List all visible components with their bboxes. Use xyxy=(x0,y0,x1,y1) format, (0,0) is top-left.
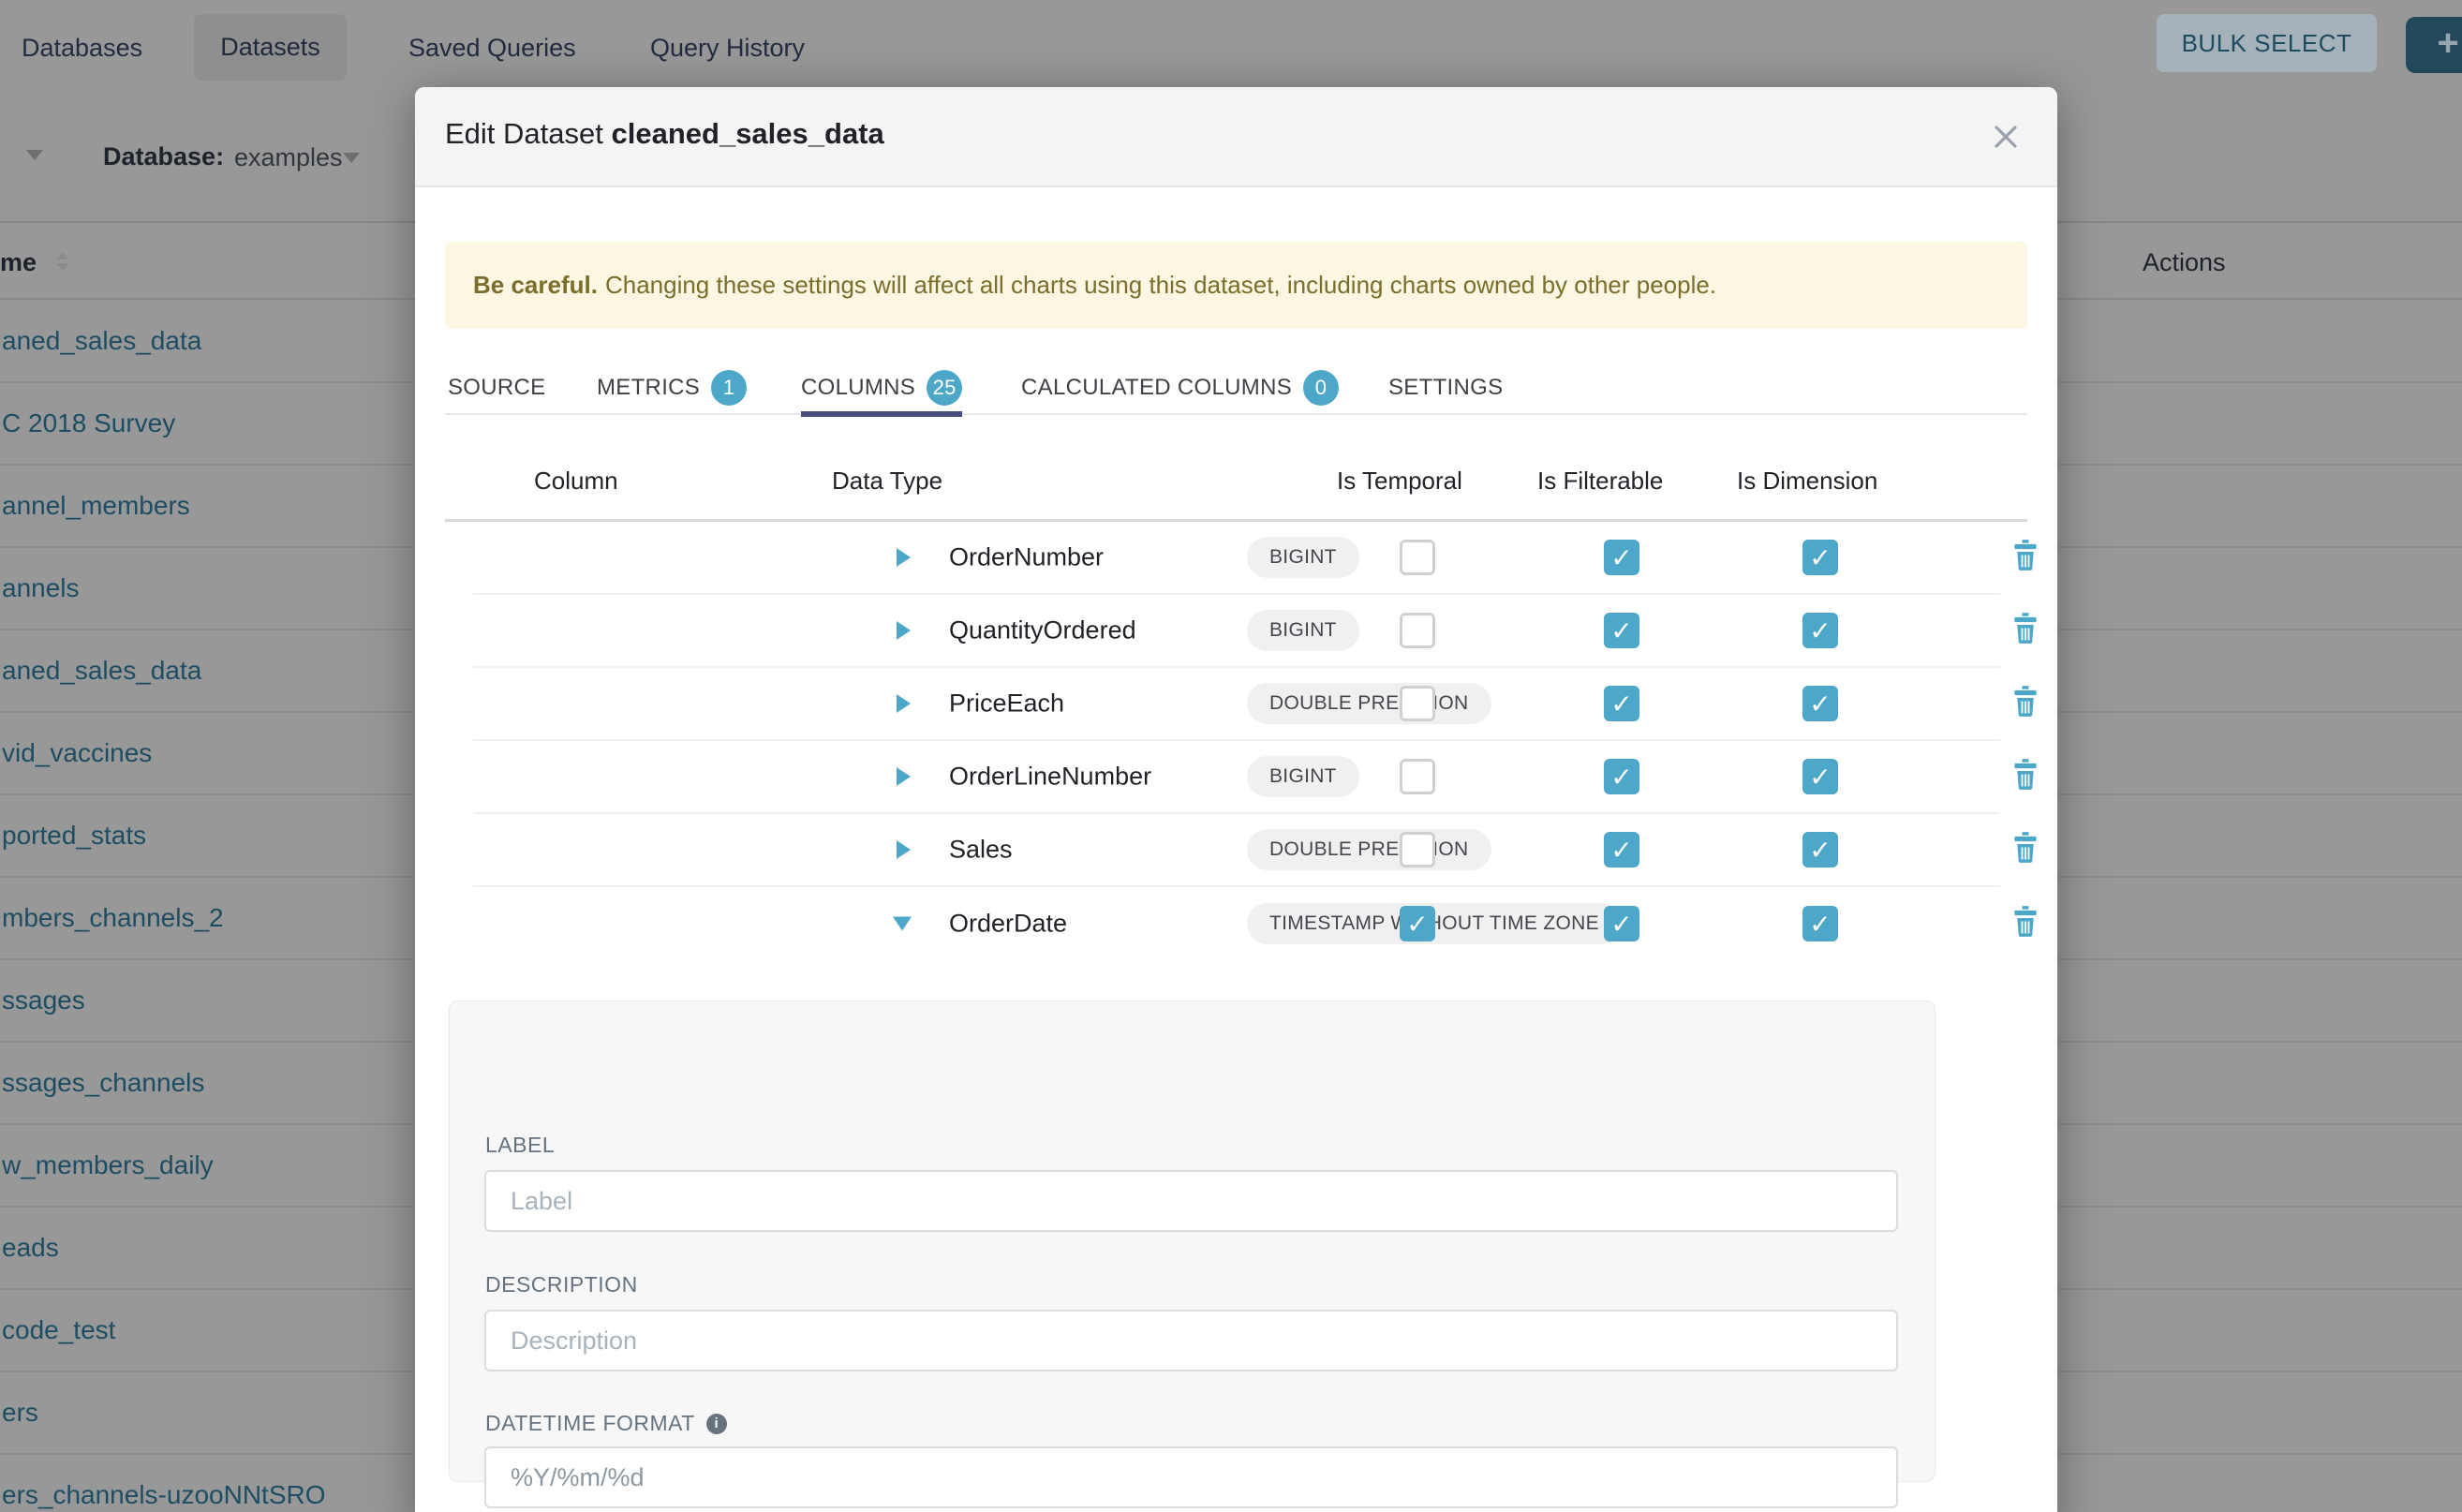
is-dimension-checkbox[interactable]: ✓ xyxy=(1802,686,1838,721)
delete-column-icon[interactable] xyxy=(2012,906,2039,937)
is-filterable-checkbox[interactable]: ✓ xyxy=(1604,906,1639,941)
is-dimension-checkbox[interactable]: ✓ xyxy=(1802,906,1838,941)
modal-header: Edit Dataset cleaned_sales_data xyxy=(415,87,2057,187)
modal-title: Edit Dataset cleaned_sales_data xyxy=(445,117,884,151)
expand-caret-icon[interactable] xyxy=(897,621,911,640)
description-field-label: DESCRIPTION xyxy=(485,1272,638,1297)
columns-count-badge: 25 xyxy=(927,370,962,406)
close-icon[interactable] xyxy=(1988,119,2024,155)
is-temporal-checkbox[interactable]: ✓ xyxy=(1400,906,1435,941)
column-row: Sales DOUBLE PRECISION ✓ ✓ xyxy=(473,814,2000,887)
dataset-link[interactable]: aned_sales_data xyxy=(2,656,201,686)
column-row: OrderNumber BIGINT ✓ ✓ xyxy=(473,522,2000,595)
delete-column-icon[interactable] xyxy=(2012,686,2039,717)
dataset-link[interactable]: C 2018 Survey xyxy=(2,408,175,438)
column-row: OrderDateTIMESTAMP WITHOUT TIME ZONE✓✓✓ xyxy=(473,887,2000,960)
dataset-link[interactable]: mbers_channels_2 xyxy=(2,903,224,933)
delete-column-icon[interactable] xyxy=(2012,759,2039,790)
dataset-link[interactable]: vid_vaccines xyxy=(2,738,152,768)
column-row: PriceEach DOUBLE PRECISION ✓ ✓ xyxy=(473,668,2000,741)
column-edit-panel: LABEL DESCRIPTION DATETIME FORMAT i xyxy=(449,1001,1935,1482)
description-input[interactable] xyxy=(484,1310,1898,1371)
dataset-link[interactable]: ers xyxy=(2,1398,38,1428)
is-temporal-checkbox[interactable] xyxy=(1400,832,1435,867)
dataset-link[interactable]: annel_members xyxy=(2,491,190,521)
column-row: OrderLineNumber BIGINT ✓ ✓ xyxy=(473,741,2000,814)
dataset-link[interactable]: aned_sales_data xyxy=(2,326,201,356)
is-dimension-checkbox[interactable]: ✓ xyxy=(1802,613,1838,648)
expand-caret-icon[interactable] xyxy=(897,767,911,786)
dataset-link[interactable]: ported_stats xyxy=(2,821,146,851)
datetime-format-input[interactable] xyxy=(484,1446,1898,1508)
expand-caret-icon[interactable] xyxy=(897,548,911,567)
is-dimension-header: Is Dimension xyxy=(1737,467,1877,496)
expand-caret-icon[interactable] xyxy=(897,840,911,859)
is-filterable-header: Is Filterable xyxy=(1537,467,1663,496)
data-type-header: Data Type xyxy=(832,467,942,496)
is-filterable-checkbox[interactable]: ✓ xyxy=(1604,759,1639,794)
column-name: OrderLineNumber xyxy=(949,763,1151,792)
is-dimension-checkbox[interactable]: ✓ xyxy=(1802,832,1838,867)
datetime-format-field-label: DATETIME FORMAT i xyxy=(485,1411,727,1436)
expand-caret-icon[interactable] xyxy=(893,917,912,931)
info-icon[interactable]: i xyxy=(706,1414,727,1434)
calculated-columns-count-badge: 0 xyxy=(1303,370,1339,406)
tab-settings[interactable]: SETTINGS xyxy=(1388,361,1503,415)
column-row: QuantityOrdered BIGINT ✓ ✓ xyxy=(473,595,2000,668)
is-filterable-checkbox[interactable]: ✓ xyxy=(1604,613,1639,648)
dataset-link[interactable]: ssages_channels xyxy=(2,1068,204,1098)
is-dimension-checkbox[interactable]: ✓ xyxy=(1802,540,1838,575)
column-header: Column xyxy=(534,467,618,496)
column-name: Sales xyxy=(949,836,1013,865)
is-temporal-checkbox[interactable] xyxy=(1400,686,1435,721)
tab-metrics[interactable]: METRICS1 xyxy=(597,361,747,415)
dataset-link[interactable]: annels xyxy=(2,573,80,603)
label-field-label: LABEL xyxy=(485,1133,555,1158)
column-name: OrderDate xyxy=(949,910,1067,939)
is-temporal-header: Is Temporal xyxy=(1337,467,1462,496)
column-name: QuantityOrdered xyxy=(949,616,1136,645)
data-type-pill: DOUBLE PRECISION xyxy=(1247,683,1491,724)
delete-column-icon[interactable] xyxy=(2012,613,2039,644)
dataset-name: cleaned_sales_data xyxy=(612,117,884,150)
tab-source[interactable]: SOURCE xyxy=(448,361,545,415)
delete-column-icon[interactable] xyxy=(2012,540,2039,571)
is-filterable-checkbox[interactable]: ✓ xyxy=(1604,540,1639,575)
warning-banner: Be careful.Changing these settings will … xyxy=(445,242,2027,329)
dataset-link[interactable]: eads xyxy=(2,1233,59,1263)
is-temporal-checkbox[interactable] xyxy=(1400,759,1435,794)
expand-caret-icon[interactable] xyxy=(897,694,911,713)
is-filterable-checkbox[interactable]: ✓ xyxy=(1604,686,1639,721)
is-temporal-checkbox[interactable] xyxy=(1400,540,1435,575)
column-name: PriceEach xyxy=(949,689,1064,719)
label-input[interactable] xyxy=(484,1170,1898,1232)
metrics-count-badge: 1 xyxy=(711,370,747,406)
modal-tabbar: SOURCE METRICS1 COLUMNS25 CALCULATED COL… xyxy=(445,361,2027,415)
is-dimension-checkbox[interactable]: ✓ xyxy=(1802,759,1838,794)
data-type-pill: BIGINT xyxy=(1247,537,1359,578)
data-type-pill: DOUBLE PRECISION xyxy=(1247,829,1491,870)
data-type-pill: BIGINT xyxy=(1247,756,1359,797)
app-screen: Databases Datasets Saved Queries Query H… xyxy=(0,0,2462,1512)
is-filterable-checkbox[interactable]: ✓ xyxy=(1604,832,1639,867)
delete-column-icon[interactable] xyxy=(2012,832,2039,863)
dataset-link[interactable]: ers_channels-uzooNNtSRO xyxy=(2,1480,326,1510)
tab-columns[interactable]: COLUMNS25 xyxy=(801,361,962,415)
dataset-link[interactable]: ssages xyxy=(2,986,85,1015)
dataset-link[interactable]: w_members_daily xyxy=(2,1150,214,1180)
is-temporal-checkbox[interactable] xyxy=(1400,613,1435,648)
edit-dataset-modal: Edit Dataset cleaned_sales_data Be caref… xyxy=(415,87,2057,1512)
dataset-link[interactable]: code_test xyxy=(2,1315,115,1345)
column-name: OrderNumber xyxy=(949,543,1104,572)
data-type-pill: BIGINT xyxy=(1247,610,1359,651)
tab-calculated-columns[interactable]: CALCULATED COLUMNS0 xyxy=(1021,361,1339,415)
